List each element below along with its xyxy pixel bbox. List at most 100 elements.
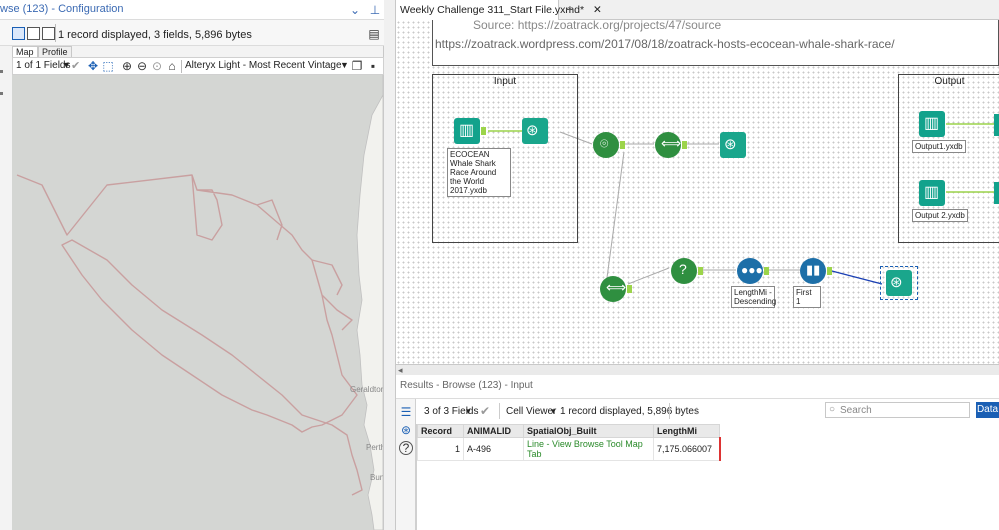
results-side-toolbar: ☰ ⊛ ?	[396, 399, 416, 530]
document-tabs: Weekly Challenge 311_Start File.yxmd* ✕ …	[396, 0, 999, 21]
column-header-animalid[interactable]: ANIMALID	[463, 424, 524, 438]
cell-spatialobj[interactable]: Line - View Browse Tool Map Tab	[523, 437, 654, 461]
output-anchor[interactable]	[827, 267, 832, 275]
book-icon: ▥	[924, 115, 940, 132]
cell-lengthmi[interactable]: 7,175.066007	[653, 437, 721, 461]
create-points-tool[interactable]: ⌾	[593, 132, 619, 158]
single-layout-button[interactable]	[12, 27, 25, 40]
sample-tool-label: First 1	[793, 286, 821, 308]
column-header-record[interactable]: Record	[417, 424, 464, 438]
input-data-tool[interactable]: ▥	[454, 118, 480, 144]
dropdown-icon[interactable]: ▾	[466, 406, 471, 417]
base-map-dropdown-icon[interactable]: ▼	[340, 60, 349, 70]
results-table: Record ANIMALID SpatialObj_Built LengthM…	[417, 424, 721, 461]
cell-animalid[interactable]: A-496	[463, 437, 524, 461]
connection-line-selected	[827, 269, 883, 285]
spatial-icon: ⟺	[606, 279, 627, 295]
pane-splitter[interactable]	[384, 0, 396, 530]
fields-dropdown-icon[interactable]: ▼	[62, 60, 71, 70]
home-icon[interactable]: ⌂	[165, 59, 179, 73]
output-anchor[interactable]	[481, 127, 486, 135]
menu-icon[interactable]: ▤	[367, 27, 381, 41]
arrow-down-icon[interactable]: ↓	[694, 403, 700, 417]
help-icon[interactable]: ?	[399, 441, 413, 455]
canvas-scrollbar[interactable]: ◂	[396, 364, 999, 375]
sort-icon: ●●●	[741, 263, 763, 277]
arrow-up-icon[interactable]: ↑	[676, 403, 682, 417]
output-data-tool-1[interactable]: ▥	[919, 111, 945, 137]
poly-build-tool-2[interactable]: ⟺	[600, 276, 626, 302]
search-placeholder: Search	[840, 405, 872, 416]
search-icon: ○	[829, 404, 836, 415]
table-view-icon[interactable]: ☰	[399, 405, 413, 419]
browse-tool-2[interactable]: ⊛	[720, 132, 746, 158]
toolbar-divider	[669, 403, 670, 419]
toolbar-divider	[499, 403, 500, 419]
zoom-in-icon[interactable]: ⊕	[120, 59, 134, 73]
results-title: Results - Browse (123) - Input	[400, 380, 533, 391]
check-icon[interactable]: ✔	[71, 59, 80, 72]
output-tool-edge	[994, 182, 999, 204]
copy-icon[interactable]: ❐	[350, 59, 364, 73]
map-label-perth: Perth	[366, 443, 383, 452]
binoculars-icon: ⊛	[890, 274, 903, 291]
map-toolbar: 1 of 1 Fields ▼ ✔ ✥ ⬚ ⊕ ⊖ ⊙ ⌂ Alteryx Li…	[12, 57, 384, 75]
binoculars-icon[interactable]: ⊛	[399, 423, 413, 437]
browse-tool-1[interactable]: ⊛	[522, 118, 548, 144]
browse-tool-3[interactable]: ⊛	[886, 270, 912, 296]
output-container-label: Output	[934, 76, 965, 87]
search-box[interactable]: ○ Search	[825, 402, 970, 418]
sort-tool[interactable]: ●●●	[737, 258, 763, 284]
spatial-info-tool[interactable]: ?	[671, 258, 697, 284]
sample-icon: ▮▮	[806, 262, 821, 277]
spatial-icon: ⟺	[661, 135, 682, 151]
zoom-out-icon[interactable]: ⊖	[135, 59, 149, 73]
table-row[interactable]: 1 A-496 Line - View Browse Tool Map Tab …	[417, 437, 721, 461]
sample-tool[interactable]: ▮▮	[800, 258, 826, 284]
column-header-spatialobj[interactable]: SpatialObj_Built	[523, 424, 654, 438]
map-view[interactable]: Geraldton Perth Bunb	[12, 75, 383, 530]
binoculars-icon: ⊛	[724, 136, 737, 153]
toolbar-divider	[181, 60, 182, 73]
output-anchor[interactable]	[698, 267, 703, 275]
sort-tool-label: LengthMi - Descending	[731, 286, 776, 308]
output2-label: Output 2.yxdb	[912, 209, 968, 222]
input-container-label: Input	[493, 76, 517, 87]
select-region-icon[interactable]: ⬚	[101, 59, 115, 73]
base-map-select[interactable]: Alteryx Light - Most Recent Vintage	[185, 60, 342, 71]
close-icon[interactable]: ✕	[593, 4, 602, 16]
horizontal-layout-button[interactable]	[27, 27, 40, 40]
map-label-geraldton: Geraldton	[350, 385, 383, 394]
save-icon[interactable]: ▪	[366, 59, 380, 73]
output-anchor[interactable]	[764, 267, 769, 275]
pan-icon[interactable]: ✥	[86, 59, 100, 73]
column-header-lengthmi[interactable]: LengthMi	[653, 424, 720, 438]
binoculars-icon: ⊛	[526, 122, 539, 139]
add-tab-icon[interactable]: +	[562, 2, 578, 18]
output-anchor[interactable]	[682, 141, 687, 149]
book-icon: ▥	[459, 122, 475, 139]
output-tool-edge	[994, 114, 999, 136]
question-icon: ?	[679, 261, 687, 277]
connection-line	[627, 267, 670, 285]
zoom-extent-icon[interactable]: ⊙	[150, 59, 164, 73]
cell-record[interactable]: 1	[417, 437, 464, 461]
data-button[interactable]: Data	[976, 402, 999, 418]
input-data-label: ECOCEAN Whale Shark Race Around the Worl…	[447, 148, 511, 197]
check-icon[interactable]: ✔	[480, 404, 490, 418]
chevron-down-icon[interactable]: ⌄	[348, 3, 362, 17]
output1-label: Output1.yxdb	[912, 140, 966, 153]
output-anchor[interactable]	[627, 285, 632, 293]
pin-icon[interactable]: ⊥	[368, 3, 382, 17]
poly-build-tool[interactable]: ⟺	[655, 132, 681, 158]
map-label-bunbury: Bunb	[370, 473, 383, 482]
cell-viewer-select[interactable]: Cell Viewer	[506, 406, 556, 417]
output-data-tool-2[interactable]: ▥	[919, 180, 945, 206]
map-svg[interactable]	[12, 75, 383, 530]
map-pin-icon: ⌾	[600, 135, 609, 151]
results-grid: Record ANIMALID SpatialObj_Built LengthM…	[416, 424, 999, 530]
vertical-layout-button[interactable]	[42, 27, 55, 40]
output-anchor[interactable]	[620, 141, 625, 149]
book-icon: ▥	[924, 184, 940, 201]
dropdown-icon[interactable]: ▾	[551, 406, 556, 417]
